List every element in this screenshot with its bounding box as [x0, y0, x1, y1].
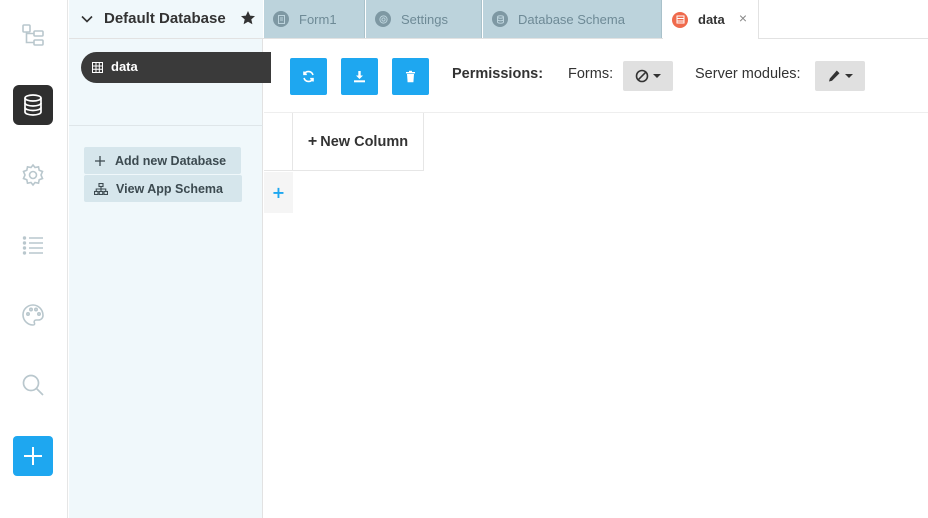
tab-form1[interactable]: Form1 [264, 0, 365, 38]
tab-database-schema[interactable]: Database Schema [483, 0, 662, 38]
add-plus-icon[interactable] [13, 436, 53, 476]
chevron-down-icon [845, 74, 853, 78]
chevron-down-icon [653, 74, 661, 78]
close-icon[interactable]: × [736, 10, 750, 26]
database-icon [492, 11, 508, 27]
new-column-button[interactable]: + New Column [293, 113, 424, 171]
database-icon[interactable] [13, 85, 53, 125]
tab-data[interactable]: data × [663, 0, 759, 39]
add-row-button[interactable]: + [264, 172, 293, 213]
explorer-header: Default Database [69, 0, 263, 39]
no-access-icon [635, 69, 649, 83]
row-header-corner [264, 113, 293, 171]
gear-icon [375, 11, 391, 27]
list-icon[interactable] [13, 225, 53, 265]
table-item-label: data [111, 59, 138, 74]
search-icon[interactable] [13, 365, 53, 405]
delete-button[interactable] [392, 58, 429, 95]
plus-icon: + [307, 132, 318, 150]
divider [69, 125, 263, 126]
add-new-database-button[interactable]: Add new Database [84, 147, 241, 174]
database-explorer-panel: Default Database data Add new Database V… [69, 0, 271, 518]
trash-icon [406, 70, 415, 83]
settings-gear-icon[interactable] [13, 155, 53, 195]
forms-label: Forms: [568, 66, 614, 82]
tab-settings[interactable]: Settings [366, 0, 482, 38]
table-toolbar: Permissions: Forms: Server modules: [264, 39, 928, 113]
refresh-button[interactable] [290, 58, 327, 95]
form-icon [273, 11, 289, 27]
download-button[interactable] [341, 58, 378, 95]
app-window: Default Database data Add new Database V… [0, 0, 928, 518]
palette-icon[interactable] [13, 295, 53, 335]
chevron-down-icon[interactable] [80, 12, 94, 26]
add-new-database-label: Add new Database [115, 153, 227, 168]
tab-label: Settings [401, 11, 448, 27]
new-column-label: New Column [320, 133, 409, 150]
permissions-label: Permissions: [452, 66, 544, 82]
tab-bar: Form1 Settings Database Schema data × [263, 0, 928, 39]
table-icon [672, 11, 688, 28]
server-modules-label: Server modules: [695, 66, 801, 82]
plus-icon [95, 155, 105, 166]
pencil-icon [829, 70, 840, 82]
tab-label: data [698, 12, 725, 27]
left-icon-rail [0, 0, 68, 518]
table-grid-icon [92, 62, 103, 73]
tab-label: Database Schema [518, 11, 625, 27]
table-item-data[interactable]: data [81, 52, 271, 83]
sitemap-icon [94, 182, 108, 195]
view-app-schema-button[interactable]: View App Schema [84, 175, 242, 202]
app-tree-icon[interactable] [13, 15, 53, 55]
database-title: Default Database [104, 10, 226, 27]
refresh-icon [303, 70, 314, 83]
download-icon [354, 71, 365, 83]
tab-label: Form1 [299, 11, 337, 27]
forms-permission-dropdown[interactable] [623, 61, 673, 91]
view-app-schema-label: View App Schema [116, 181, 223, 196]
server-modules-permission-dropdown[interactable] [815, 61, 865, 91]
star-icon[interactable] [240, 10, 256, 26]
